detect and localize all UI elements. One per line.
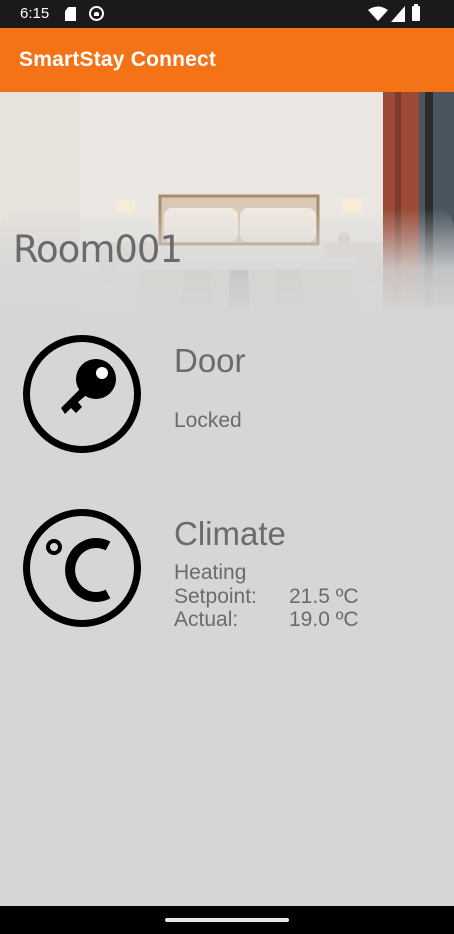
battery-icon (412, 4, 420, 21)
app-screen: 6:15 SmartStay Connect Room001 Door Lock… (0, 0, 454, 934)
setpoint-value: 21.5 ºC (289, 585, 359, 608)
actual-value: 19.0 ºC (289, 608, 359, 631)
celsius-icon[interactable] (23, 509, 141, 627)
signal-icon (391, 6, 405, 22)
climate-mode: Heating (174, 561, 247, 584)
door-title: Door (174, 342, 246, 379)
door-status: Locked (174, 409, 242, 432)
climate-title: Climate (174, 515, 286, 552)
wifi-icon (368, 6, 388, 21)
key-icon[interactable] (23, 335, 141, 453)
navigation-bar (0, 906, 454, 934)
setpoint-label: Setpoint: (174, 585, 257, 608)
camera-icon (89, 6, 104, 21)
home-gesture-handle[interactable] (165, 918, 289, 922)
app-bar: SmartStay Connect (0, 28, 454, 92)
status-time: 6:15 (20, 5, 50, 22)
actual-label: Actual: (174, 608, 239, 631)
room-name: Room001 (13, 228, 183, 271)
sd-card-icon (65, 7, 76, 21)
app-title: SmartStay Connect (19, 48, 217, 71)
status-bar: 6:15 (0, 0, 454, 28)
hotel-bedroom-photo (0, 92, 454, 310)
